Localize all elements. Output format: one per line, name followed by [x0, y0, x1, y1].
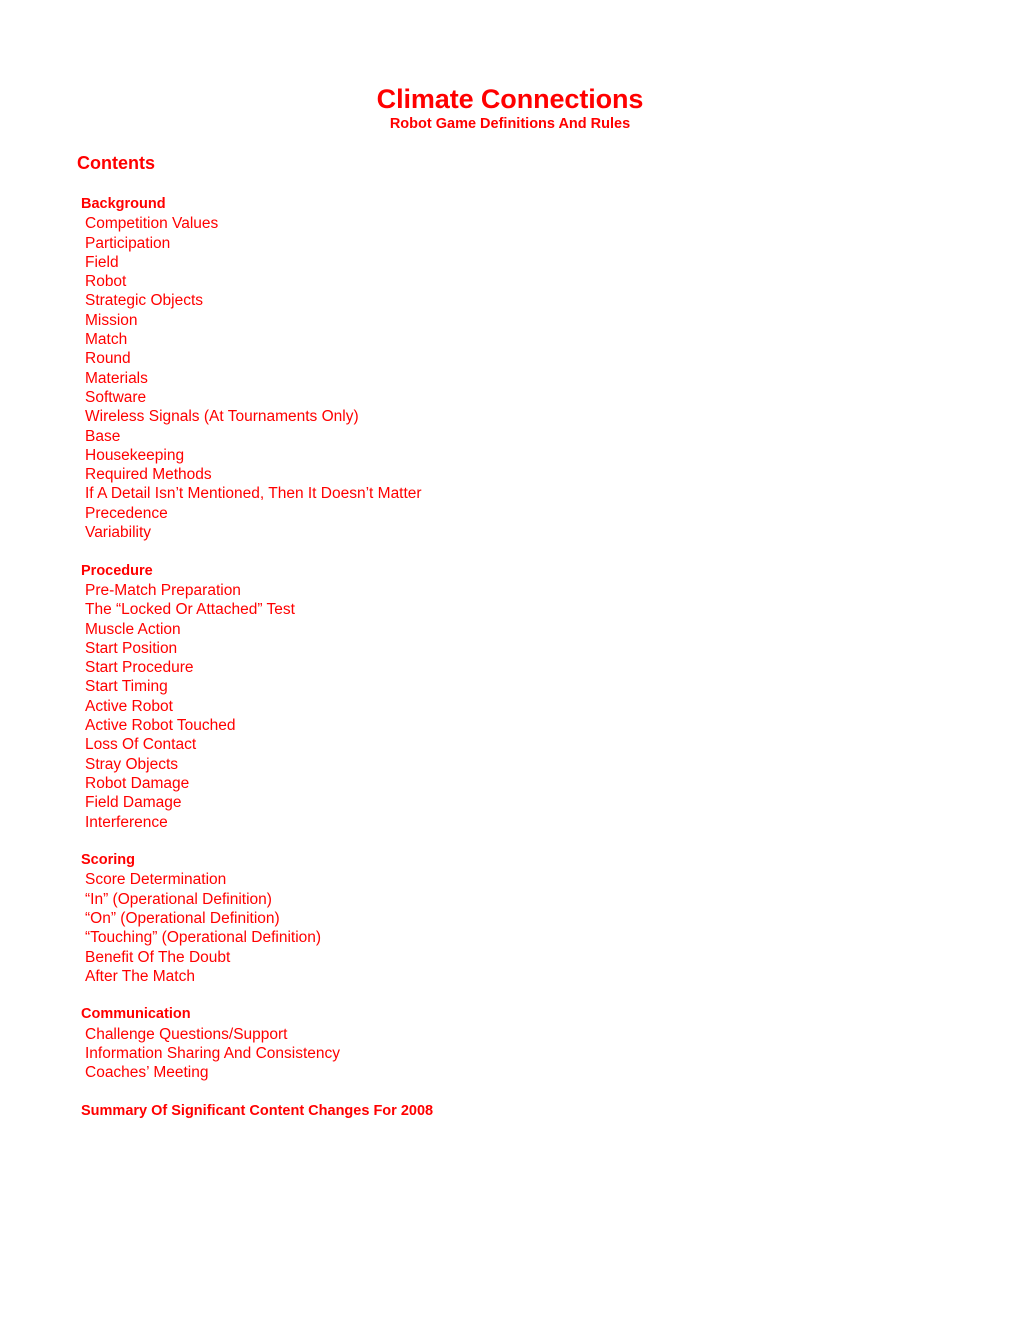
contents-heading: Contents [77, 153, 155, 173]
toc-entry-field-damage[interactable]: Field Damage [0, 793, 1020, 812]
toc-entry-challenge-questions-support[interactable]: Challenge Questions/Support [0, 1025, 1020, 1044]
toc-entry-round[interactable]: Round [0, 349, 1020, 368]
toc-entry-base[interactable]: Base [0, 427, 1020, 446]
toc-item-list: Score Determination “In” (Operational Def… [0, 870, 1020, 986]
toc-entry-materials[interactable]: Materials [0, 369, 1020, 388]
toc-section-scoring: Scoring Score Determination “In” (Operatio… [0, 851, 1020, 986]
toc-entry-variability[interactable]: Variability [0, 523, 1020, 542]
toc-entry-muscle-action[interactable]: Muscle Action [0, 620, 1020, 639]
toc-entry-start-timing[interactable]: Start Timing [0, 677, 1020, 696]
toc-entry-start-position[interactable]: Start Position [0, 639, 1020, 658]
toc-entry-wireless-signals-at-tournaments-only[interactable]: Wireless Signals (At Tournaments Only) [0, 407, 1020, 426]
toc-entry-field[interactable]: Field [0, 253, 1020, 272]
toc-item-list: Competition Values Participation Field Robo… [0, 214, 1020, 542]
toc-entry-robot[interactable]: Robot [0, 272, 1020, 291]
toc-entry-benefit-of-the-doubt[interactable]: Benefit Of The Doubt [0, 948, 1020, 967]
toc-section-heading-scoring[interactable]: Scoring [0, 851, 1020, 870]
toc-entry-in-operational-definition[interactable]: “In” (Operational Definition) [0, 890, 1020, 909]
toc-entry-participation[interactable]: Participation [0, 234, 1020, 253]
toc-entry-robot-damage[interactable]: Robot Damage [0, 774, 1020, 793]
toc-entry-score-determination[interactable]: Score Determination [0, 870, 1020, 889]
page-title: Climate Connections [376, 84, 644, 114]
toc-entry-the-locked-or-attached-test[interactable]: The “Locked Or Attached” Test [0, 600, 1020, 619]
toc-entry-coaches-meeting[interactable]: Coaches’ Meeting [0, 1063, 1020, 1082]
toc-summary-heading[interactable]: Summary Of Significant Content Changes F… [0, 1102, 1020, 1121]
toc-entry-strategic-objects[interactable]: Strategic Objects [0, 291, 1020, 310]
toc-entry-pre-match-preparation[interactable]: Pre-Match Preparation [0, 581, 1020, 600]
toc-entry-information-sharing-and-consistency[interactable]: Information Sharing And Consistency [0, 1044, 1020, 1063]
toc-entry-start-procedure[interactable]: Start Procedure [0, 658, 1020, 677]
toc-section-heading-communication[interactable]: Communication [0, 1005, 1020, 1024]
table-of-contents: Background Competition Values Participatio… [0, 195, 1020, 1121]
toc-entry-competition-values[interactable]: Competition Values [0, 214, 1020, 233]
toc-item-list: Pre-Match Preparation The “Locked Or Atta… [0, 581, 1020, 832]
toc-entry-precedence[interactable]: Precedence [0, 504, 1020, 523]
toc-section-heading-procedure[interactable]: Procedure [0, 562, 1020, 581]
toc-entry-loss-of-contact[interactable]: Loss Of Contact [0, 735, 1020, 754]
toc-entry-after-the-match[interactable]: After The Match [0, 967, 1020, 986]
document-title-block: Climate Connections Robot Game Definitio… [0, 84, 1020, 133]
toc-entry-match[interactable]: Match [0, 330, 1020, 349]
toc-entry-on-operational-definition[interactable]: “On” (Operational Definition) [0, 909, 1020, 928]
toc-section-communication: Communication Challenge Questions/Support… [0, 1005, 1020, 1082]
document-page: Climate Connections Robot Game Definitio… [0, 0, 1020, 1320]
toc-entry-software[interactable]: Software [0, 388, 1020, 407]
page-subtitle: Robot Game Definitions And Rules [389, 116, 631, 132]
toc-item-list: Challenge Questions/Support Information S… [0, 1025, 1020, 1083]
toc-section-background: Background Competition Values Participatio… [0, 195, 1020, 542]
toc-entry-active-robot[interactable]: Active Robot [0, 697, 1020, 716]
toc-entry-active-robot-touched[interactable]: Active Robot Touched [0, 716, 1020, 735]
toc-entry-touching-operational-definition[interactable]: “Touching” (Operational Definition) [0, 928, 1020, 947]
toc-section-procedure: Procedure Pre-Match Preparation The “Locke… [0, 562, 1020, 832]
toc-entry-if-a-detail-isnt-mentioned-then-it-doesnt-matter[interactable]: If A Detail Isn’t Mentioned, Then It Doe… [0, 484, 1020, 503]
toc-section-heading-background[interactable]: Background [0, 195, 1020, 214]
toc-entry-mission[interactable]: Mission [0, 311, 1020, 330]
toc-entry-stray-objects[interactable]: Stray Objects [0, 755, 1020, 774]
toc-entry-housekeeping[interactable]: Housekeeping [0, 446, 1020, 465]
toc-entry-required-methods[interactable]: Required Methods [0, 465, 1020, 484]
toc-entry-interference[interactable]: Interference [0, 813, 1020, 832]
